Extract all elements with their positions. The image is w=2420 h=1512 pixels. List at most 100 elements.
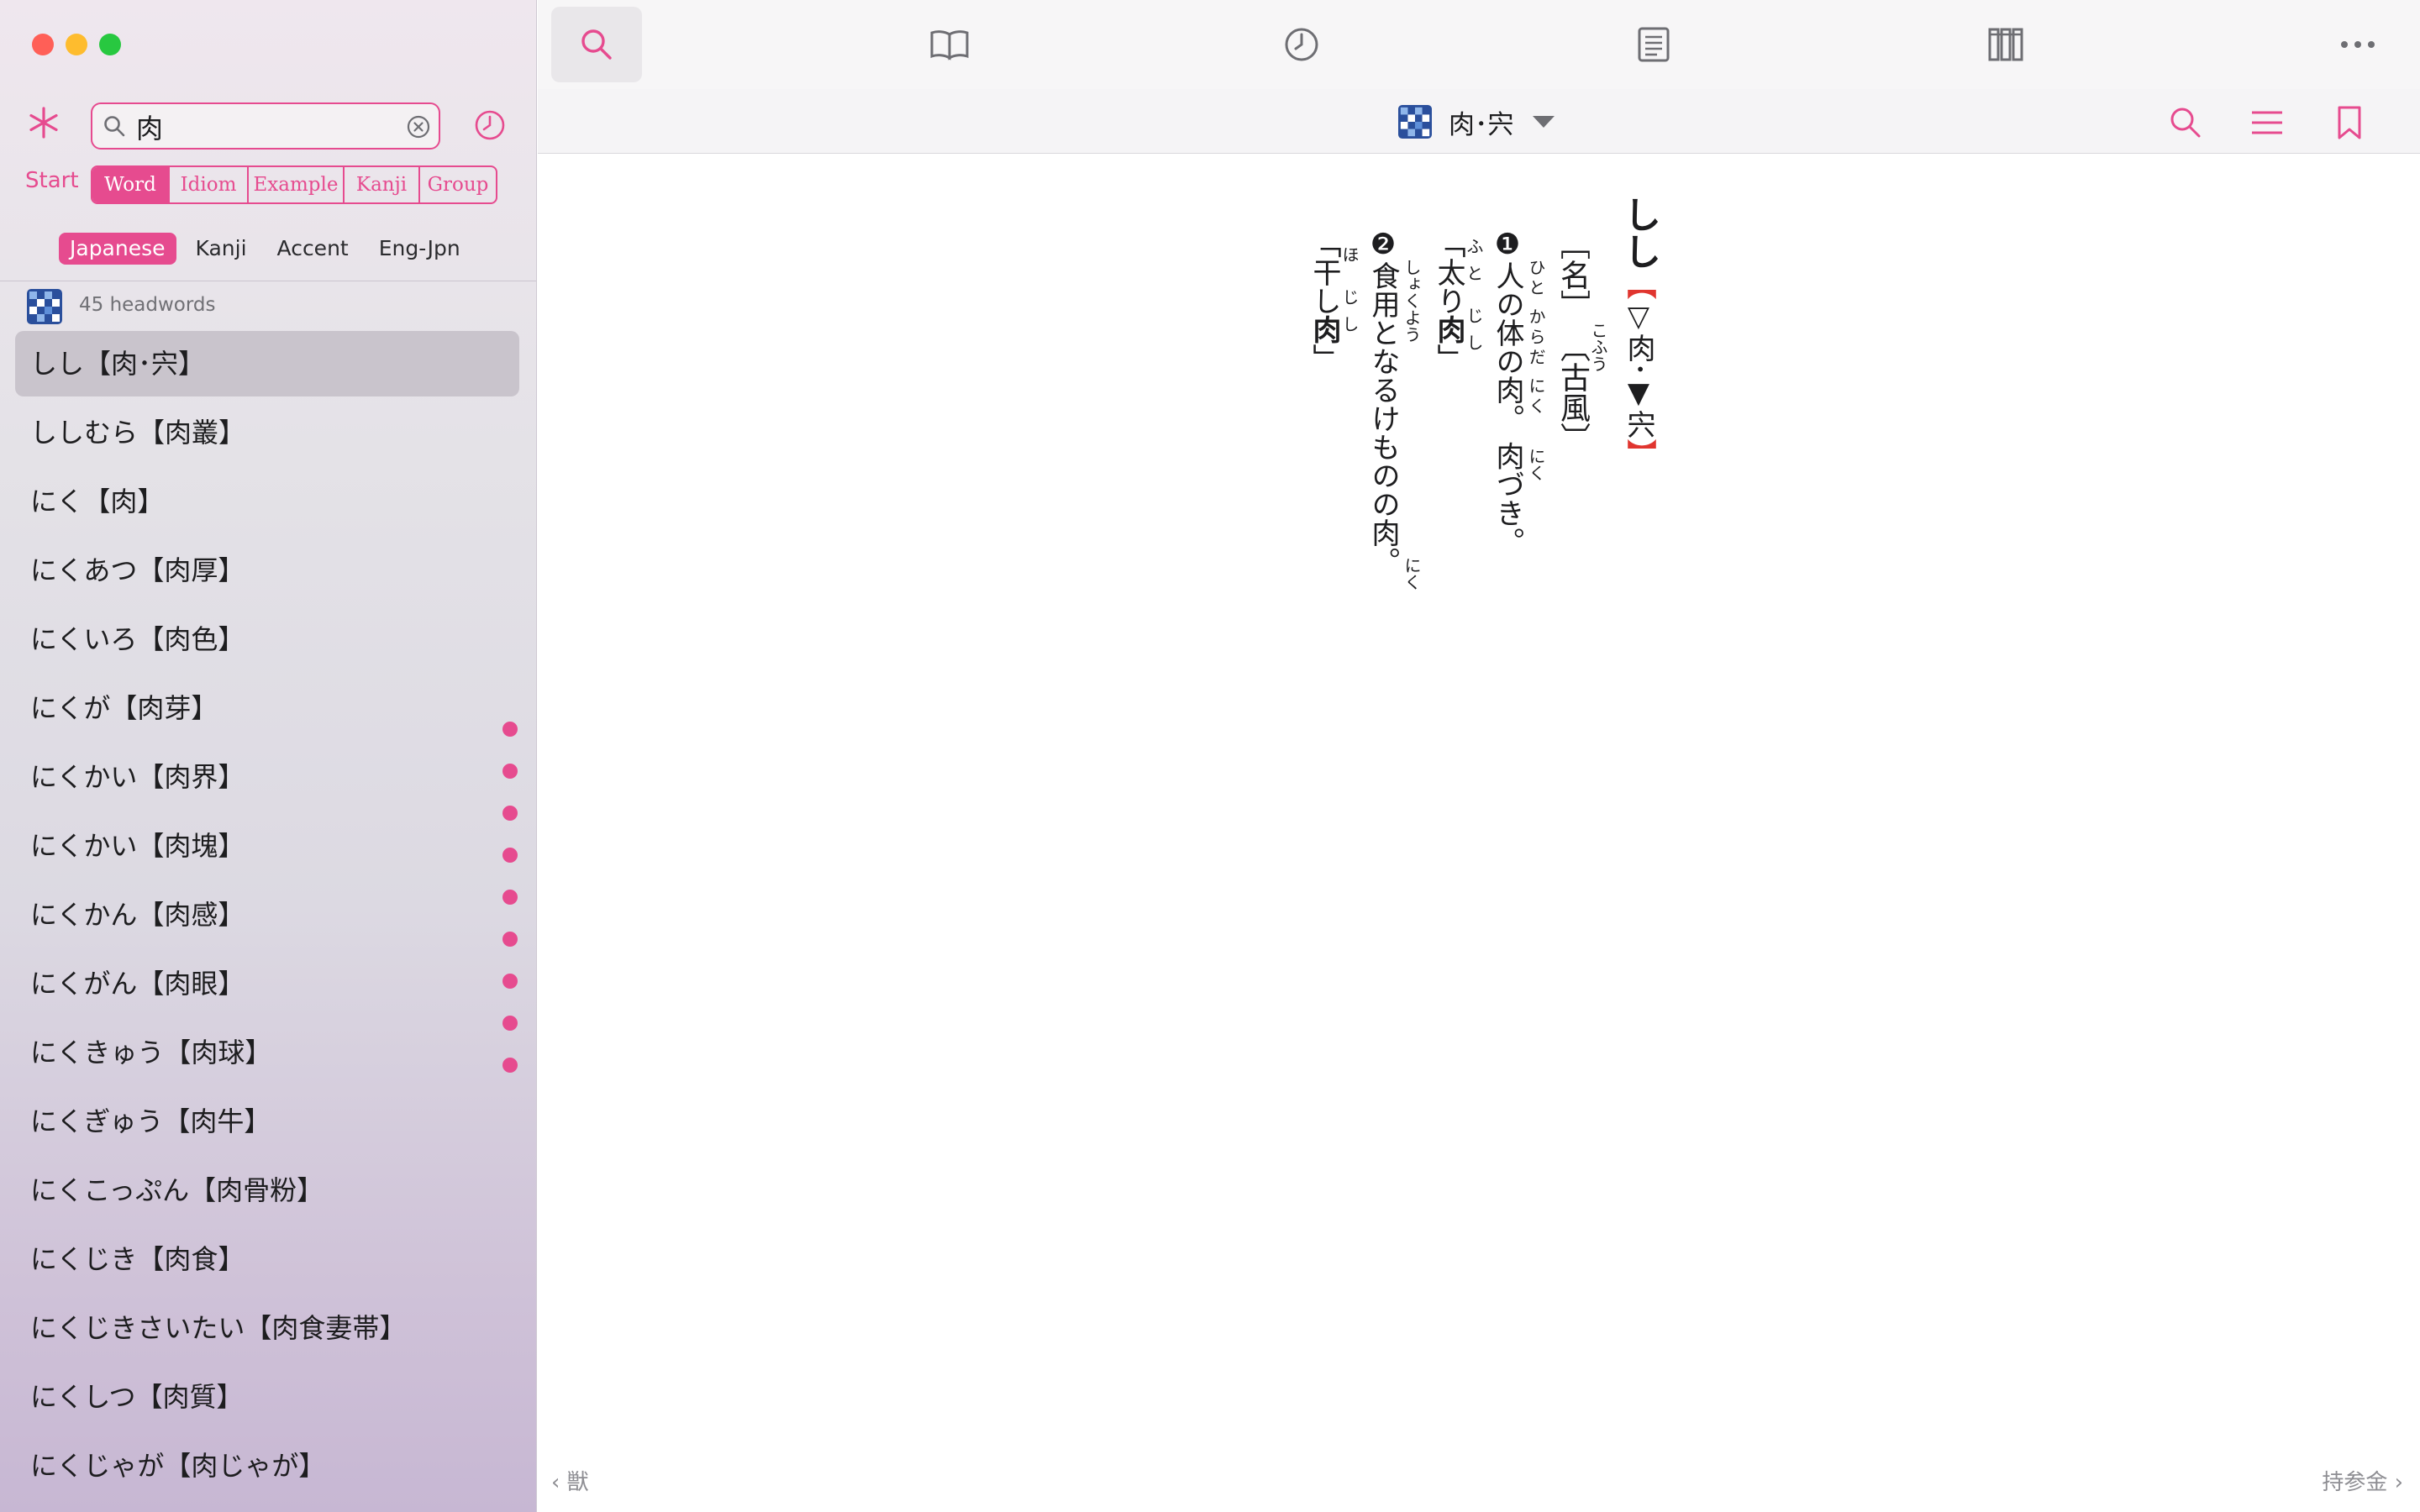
list-item[interactable]: にくがん【肉眼】 (15, 951, 519, 1016)
tab-kanji[interactable]: Kanji (185, 233, 258, 265)
list-item[interactable]: にくあつ【肉厚】 (15, 538, 519, 603)
list-item[interactable]: にくぎゅう【肉牛】 (15, 1089, 519, 1154)
history-tab-button[interactable] (1256, 7, 1347, 82)
list-item[interactable]: にくかい【肉塊】 (15, 813, 519, 879)
clock-icon (1285, 28, 1318, 61)
chevron-left-icon: ‹ (551, 1470, 567, 1495)
book-tab-button[interactable] (904, 7, 995, 82)
list-item[interactable]: にくこっぷん【肉骨粉】 (15, 1158, 519, 1223)
headword: しし (1618, 196, 1660, 270)
find-in-entry-icon[interactable] (2167, 104, 2204, 141)
main-toolbar (538, 0, 2420, 89)
dictionary-sub-tabs: Japanese Kanji Accent Eng-Jpn (59, 232, 480, 265)
menu-lines-icon[interactable] (2249, 104, 2286, 141)
document-tab-button[interactable] (1608, 7, 1699, 82)
bracket-open: 【 (1622, 270, 1656, 300)
more-button[interactable] (2312, 7, 2403, 82)
sidebar: Start Word Idiom Example Kanji Group Jap… (0, 0, 537, 1512)
example-close: 」 (1307, 344, 1341, 372)
headword-line: しし【▽肉･▼宍】 (1612, 196, 1665, 469)
sense-2-number: ❷ (1366, 228, 1400, 261)
ruby: こふう (1588, 322, 1608, 372)
example-close: 」 (1432, 344, 1465, 372)
next-entry-link[interactable]: 持参金 › (2322, 1465, 2403, 1496)
mode-group[interactable]: Group (420, 167, 496, 202)
index-dot[interactable] (502, 890, 518, 905)
next-entry-label: 持参金 (2322, 1470, 2388, 1495)
ruby: ほ じし (1339, 246, 1360, 343)
usage-label: 〔古風〕 (1555, 332, 1590, 453)
headword-count: 45 headwords (79, 294, 216, 316)
mode-example[interactable]: Example (249, 167, 345, 202)
list-item[interactable]: にくじきさいたい【肉食妻帯】 (15, 1295, 519, 1361)
ruby: ふと じし (1464, 238, 1484, 361)
tab-japanese[interactable]: Japanese (59, 233, 176, 265)
entry-title: 肉･宍 (1449, 109, 1514, 140)
ruby: にく (1402, 557, 1422, 591)
mode-word[interactable]: Word (92, 167, 170, 202)
mode-idiom[interactable]: Idiom (170, 167, 249, 202)
history-clock-icon[interactable] (474, 109, 506, 141)
list-item[interactable]: にくじき【肉食】 (15, 1226, 519, 1292)
clear-search-icon[interactable] (407, 115, 430, 139)
search-mode-selector[interactable]: Word Idiom Example Kanji Group (91, 165, 497, 204)
bookmark-icon[interactable] (2331, 104, 2368, 141)
library-tab-button[interactable] (1960, 7, 2051, 82)
index-dot[interactable] (502, 1016, 518, 1031)
index-dot[interactable] (502, 1058, 518, 1073)
sense-1-text: 人の体の肉。 肉づき。 (1491, 261, 1524, 556)
part-of-speech: ［名］ (1555, 229, 1590, 320)
previous-entry-link[interactable]: ‹ 獣 (551, 1465, 589, 1496)
example-text: 「太り (1432, 229, 1465, 315)
entry-header: 肉･宍 (538, 89, 2420, 155)
list-item[interactable]: にくいろ【肉色】 (15, 606, 519, 672)
mode-kanji[interactable]: Kanji (345, 167, 420, 202)
sense-1-number: ❶ (1491, 228, 1524, 261)
sense-2-text: 食用となるけものの肉。 (1366, 261, 1400, 575)
window-minimize-button[interactable] (66, 34, 87, 55)
tab-eng-jpn[interactable]: Eng-Jpn (368, 233, 471, 265)
library-icon (1988, 28, 2023, 61)
index-dot[interactable] (502, 974, 518, 989)
entry-title-selector[interactable]: 肉･宍 (1398, 104, 1556, 140)
chevron-down-icon (1532, 116, 1555, 128)
search-icon (104, 116, 125, 137)
list-item[interactable]: にくかん【肉感】 (15, 882, 519, 948)
asterisk-icon[interactable] (25, 104, 62, 141)
search-icon (581, 29, 612, 60)
example-bold: 肉 (1307, 315, 1341, 344)
index-dot[interactable] (502, 932, 518, 947)
entry-content: しし【▽肉･▼宍】 ［名］ 〔古風〕 こふう ❶人の体の肉。 肉づき。 ひと から… (538, 154, 2420, 1464)
ruby: にく (1526, 448, 1546, 481)
search-input[interactable] (134, 109, 390, 144)
index-dot[interactable] (502, 764, 518, 779)
example-text: 「干し (1307, 229, 1341, 315)
ruby: しょくよう (1402, 259, 1422, 343)
list-item[interactable]: にく【肉】 (15, 469, 519, 534)
index-dot[interactable] (502, 722, 518, 737)
search-field[interactable] (91, 102, 440, 150)
list-item[interactable]: にくしつ【肉質】 (15, 1364, 519, 1430)
example-bold: 肉 (1432, 315, 1465, 344)
index-dot[interactable] (502, 806, 518, 821)
more-icon (2341, 41, 2375, 48)
sense-2: ❷食用となるけものの肉。 (1366, 228, 1400, 575)
sense-1: ❶人の体の肉。 肉づき。 (1491, 228, 1524, 556)
list-item[interactable]: にくきゅう【肉球】 (15, 1020, 519, 1085)
headword-kanji: ▽肉･▼宍 (1622, 300, 1655, 438)
start-label[interactable]: Start (25, 168, 79, 193)
tab-accent[interactable]: Accent (266, 233, 360, 265)
list-item[interactable]: にくかい【肉界】 (15, 744, 519, 810)
window-zoom-button[interactable] (99, 34, 121, 55)
previous-entry-label: 獣 (566, 1470, 589, 1495)
list-item[interactable]: にくが【肉芽】 (15, 675, 519, 741)
list-item[interactable]: にくじゃが【肉じゃが】 (15, 1433, 519, 1499)
book-icon (930, 30, 969, 60)
list-item[interactable]: ししむら【肉叢】 (15, 400, 519, 465)
index-dot[interactable] (502, 848, 518, 863)
search-tab-button[interactable] (551, 7, 642, 82)
dictionary-icon (27, 289, 62, 324)
chevron-right-icon: › (2387, 1470, 2403, 1495)
window-close-button[interactable] (32, 34, 54, 55)
list-item[interactable]: しし【肉･宍】 (15, 331, 519, 396)
